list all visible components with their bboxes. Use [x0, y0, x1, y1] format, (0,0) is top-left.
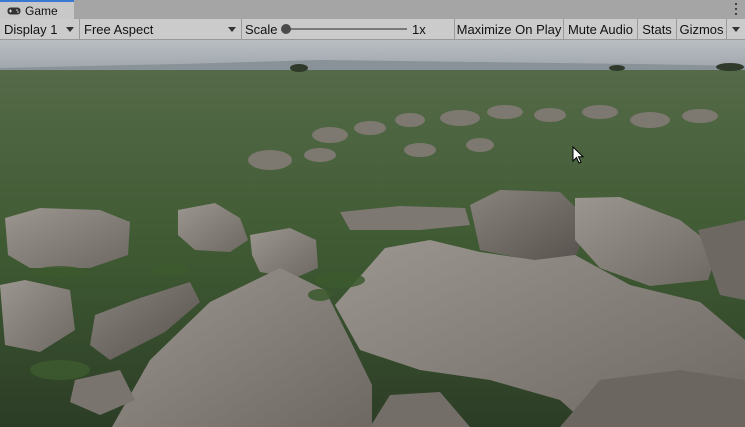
- chevron-down-icon: [732, 27, 740, 32]
- game-scene: [0, 40, 745, 427]
- game-toolbar: Display 1 Free Aspect Scale 1x Maximize …: [0, 19, 745, 40]
- mute-audio-button[interactable]: Mute Audio: [564, 19, 638, 39]
- maximize-on-play-button[interactable]: Maximize On Play: [455, 19, 564, 39]
- kebab-menu-icon[interactable]: [733, 2, 739, 16]
- tab-bar: Game: [0, 0, 745, 19]
- tab-label: Game: [25, 3, 58, 18]
- stats-button[interactable]: Stats: [638, 19, 677, 39]
- aspect-dropdown-label: Free Aspect: [84, 21, 154, 37]
- scale-slider-track[interactable]: [289, 28, 407, 30]
- gizmos-button[interactable]: Gizmos: [677, 19, 727, 39]
- scale-label: Scale: [245, 22, 278, 37]
- chevron-down-icon: [66, 27, 74, 32]
- gizmos-dropdown[interactable]: [727, 19, 745, 39]
- display-dropdown-label: Display 1: [4, 21, 58, 37]
- aspect-dropdown[interactable]: Free Aspect: [80, 19, 242, 39]
- game-viewport[interactable]: [0, 40, 745, 427]
- chevron-down-icon: [228, 27, 236, 32]
- scale-value: 1x: [412, 22, 426, 37]
- gamepad-icon: [7, 7, 21, 14]
- display-dropdown[interactable]: Display 1: [0, 19, 80, 39]
- tab-game[interactable]: Game: [0, 0, 74, 19]
- scale-slider-handle[interactable]: [281, 24, 291, 34]
- scale-control: Scale 1x: [242, 19, 455, 39]
